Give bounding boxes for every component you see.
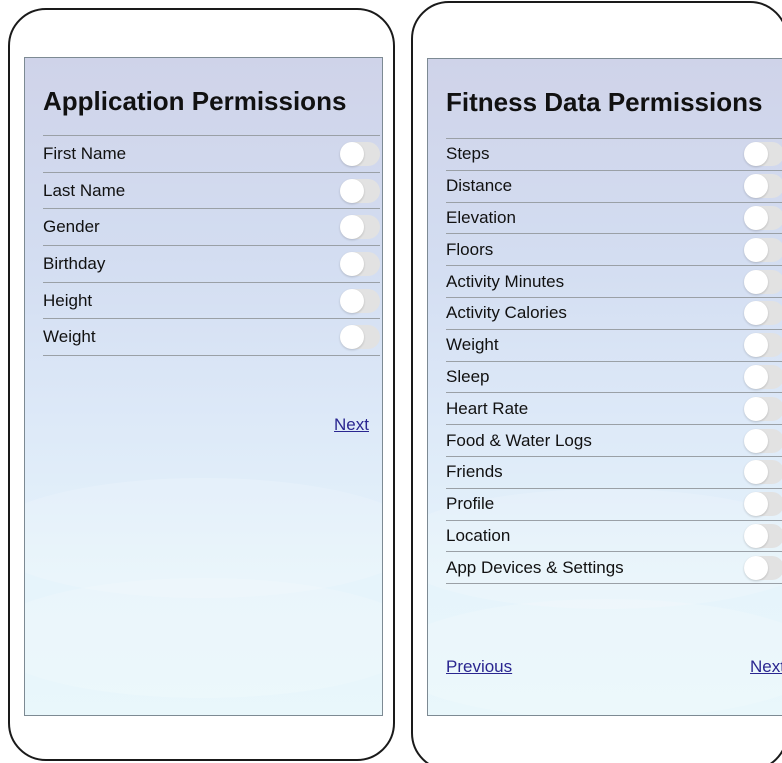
permission-label: Birthday xyxy=(43,253,106,273)
toggle-knob xyxy=(340,251,364,276)
permission-row-food-water-logs: Food & Water Logs xyxy=(446,425,782,457)
permission-toggle[interactable] xyxy=(744,301,782,326)
permission-row-activity-calories: Activity Calories xyxy=(446,298,782,330)
permission-row-distance: Distance xyxy=(446,171,782,203)
permission-label: Last Name xyxy=(43,180,126,200)
permission-row-activity-minutes: Activity Minutes xyxy=(446,266,782,298)
permission-label: Location xyxy=(446,525,511,545)
permission-toggle[interactable] xyxy=(340,288,380,313)
permission-label: Sleep xyxy=(446,366,490,386)
permission-label: Activity Minutes xyxy=(446,271,565,291)
phone-frame-right: Fitness Data Permissions Steps Distance … xyxy=(411,1,782,763)
toggle-knob xyxy=(744,237,768,262)
toggle-knob xyxy=(744,428,768,453)
permission-toggle[interactable] xyxy=(744,428,782,453)
toggle-knob xyxy=(744,460,768,485)
toggle-knob xyxy=(744,364,768,389)
permission-row-heart-rate: Heart Rate xyxy=(446,393,782,426)
permission-label: App Devices & Settings xyxy=(446,557,624,577)
permission-row-steps: Steps xyxy=(446,139,782,171)
background-wave xyxy=(25,578,382,698)
toggle-knob xyxy=(744,555,768,580)
permission-toggle[interactable] xyxy=(340,325,380,350)
permission-row-last-name: Last Name xyxy=(43,173,380,210)
permission-toggle[interactable] xyxy=(340,251,380,276)
permission-row-elevation: Elevation xyxy=(446,203,782,235)
permission-toggle[interactable] xyxy=(744,364,782,389)
permission-toggle[interactable] xyxy=(744,555,782,580)
permission-toggle[interactable] xyxy=(744,333,782,358)
phone-frame-left: Application Permissions First Name Last … xyxy=(8,8,395,761)
permission-label: Height xyxy=(43,290,93,310)
permission-label: Activity Calories xyxy=(446,303,567,323)
permission-row-location: Location xyxy=(446,521,782,553)
permission-row-gender: Gender xyxy=(43,209,380,247)
permission-label: Profile xyxy=(446,494,495,514)
permission-toggle[interactable] xyxy=(340,141,380,166)
toggle-knob xyxy=(744,523,768,548)
permission-row-height: Height xyxy=(43,283,380,320)
permission-toggle[interactable] xyxy=(744,205,782,230)
permission-toggle[interactable] xyxy=(744,237,782,262)
toggle-knob xyxy=(340,288,364,313)
permission-list: First Name Last Name Gender Birthday Hei… xyxy=(43,135,380,357)
permission-row-friends: Friends xyxy=(446,457,782,489)
permission-label: Weight xyxy=(446,335,499,355)
permission-label: Gender xyxy=(43,217,100,237)
toggle-knob xyxy=(340,178,364,203)
permission-row-floors: Floors xyxy=(446,234,782,267)
permission-toggle[interactable] xyxy=(744,523,782,548)
permission-toggle[interactable] xyxy=(744,174,782,199)
next-link[interactable]: Next xyxy=(750,657,782,677)
permission-toggle[interactable] xyxy=(744,142,782,167)
permission-label: Heart Rate xyxy=(446,398,529,418)
toggle-knob xyxy=(340,141,364,166)
toggle-knob xyxy=(744,142,768,167)
page-title: Fitness Data Permissions xyxy=(446,87,763,117)
permission-label: Elevation xyxy=(446,207,516,227)
permission-row-birthday: Birthday xyxy=(43,246,380,283)
permission-row-sleep: Sleep xyxy=(446,362,782,394)
fitness-data-permissions-screen: Fitness Data Permissions Steps Distance … xyxy=(427,58,782,716)
toggle-knob xyxy=(744,396,768,421)
permission-toggle[interactable] xyxy=(744,396,782,421)
permission-toggle[interactable] xyxy=(340,178,380,203)
permission-label: Steps xyxy=(446,144,490,164)
permission-row-weight: Weight xyxy=(446,330,782,362)
toggle-knob xyxy=(340,215,364,240)
permission-toggle[interactable] xyxy=(744,492,782,517)
permission-label: First Name xyxy=(43,143,127,163)
toggle-knob xyxy=(744,174,768,199)
toggle-knob xyxy=(340,325,364,350)
permission-label: Floors xyxy=(446,239,494,259)
toggle-knob xyxy=(744,492,768,517)
toggle-knob xyxy=(744,205,768,230)
toggle-knob xyxy=(744,269,768,294)
permission-toggle[interactable] xyxy=(744,269,782,294)
toggle-knob xyxy=(744,301,768,326)
permission-row-app-devices-settings: App Devices & Settings xyxy=(446,552,782,585)
permission-label: Friends xyxy=(446,462,503,482)
permission-label: Food & Water Logs xyxy=(446,430,592,450)
application-permissions-screen: Application Permissions First Name Last … xyxy=(24,57,383,716)
toggle-knob xyxy=(744,333,768,358)
permission-toggle[interactable] xyxy=(340,215,380,240)
permission-toggle[interactable] xyxy=(744,460,782,485)
permission-row-first-name: First Name xyxy=(43,136,380,173)
next-link[interactable]: Next xyxy=(334,415,369,435)
permission-label: Weight xyxy=(43,327,96,347)
page-title: Application Permissions xyxy=(43,86,347,116)
permission-label: Distance xyxy=(446,176,513,196)
permission-list: Steps Distance Elevation Floors Activity… xyxy=(446,138,782,585)
permission-row-weight: Weight xyxy=(43,319,380,357)
previous-link[interactable]: Previous xyxy=(446,657,512,677)
permission-row-profile: Profile xyxy=(446,489,782,521)
